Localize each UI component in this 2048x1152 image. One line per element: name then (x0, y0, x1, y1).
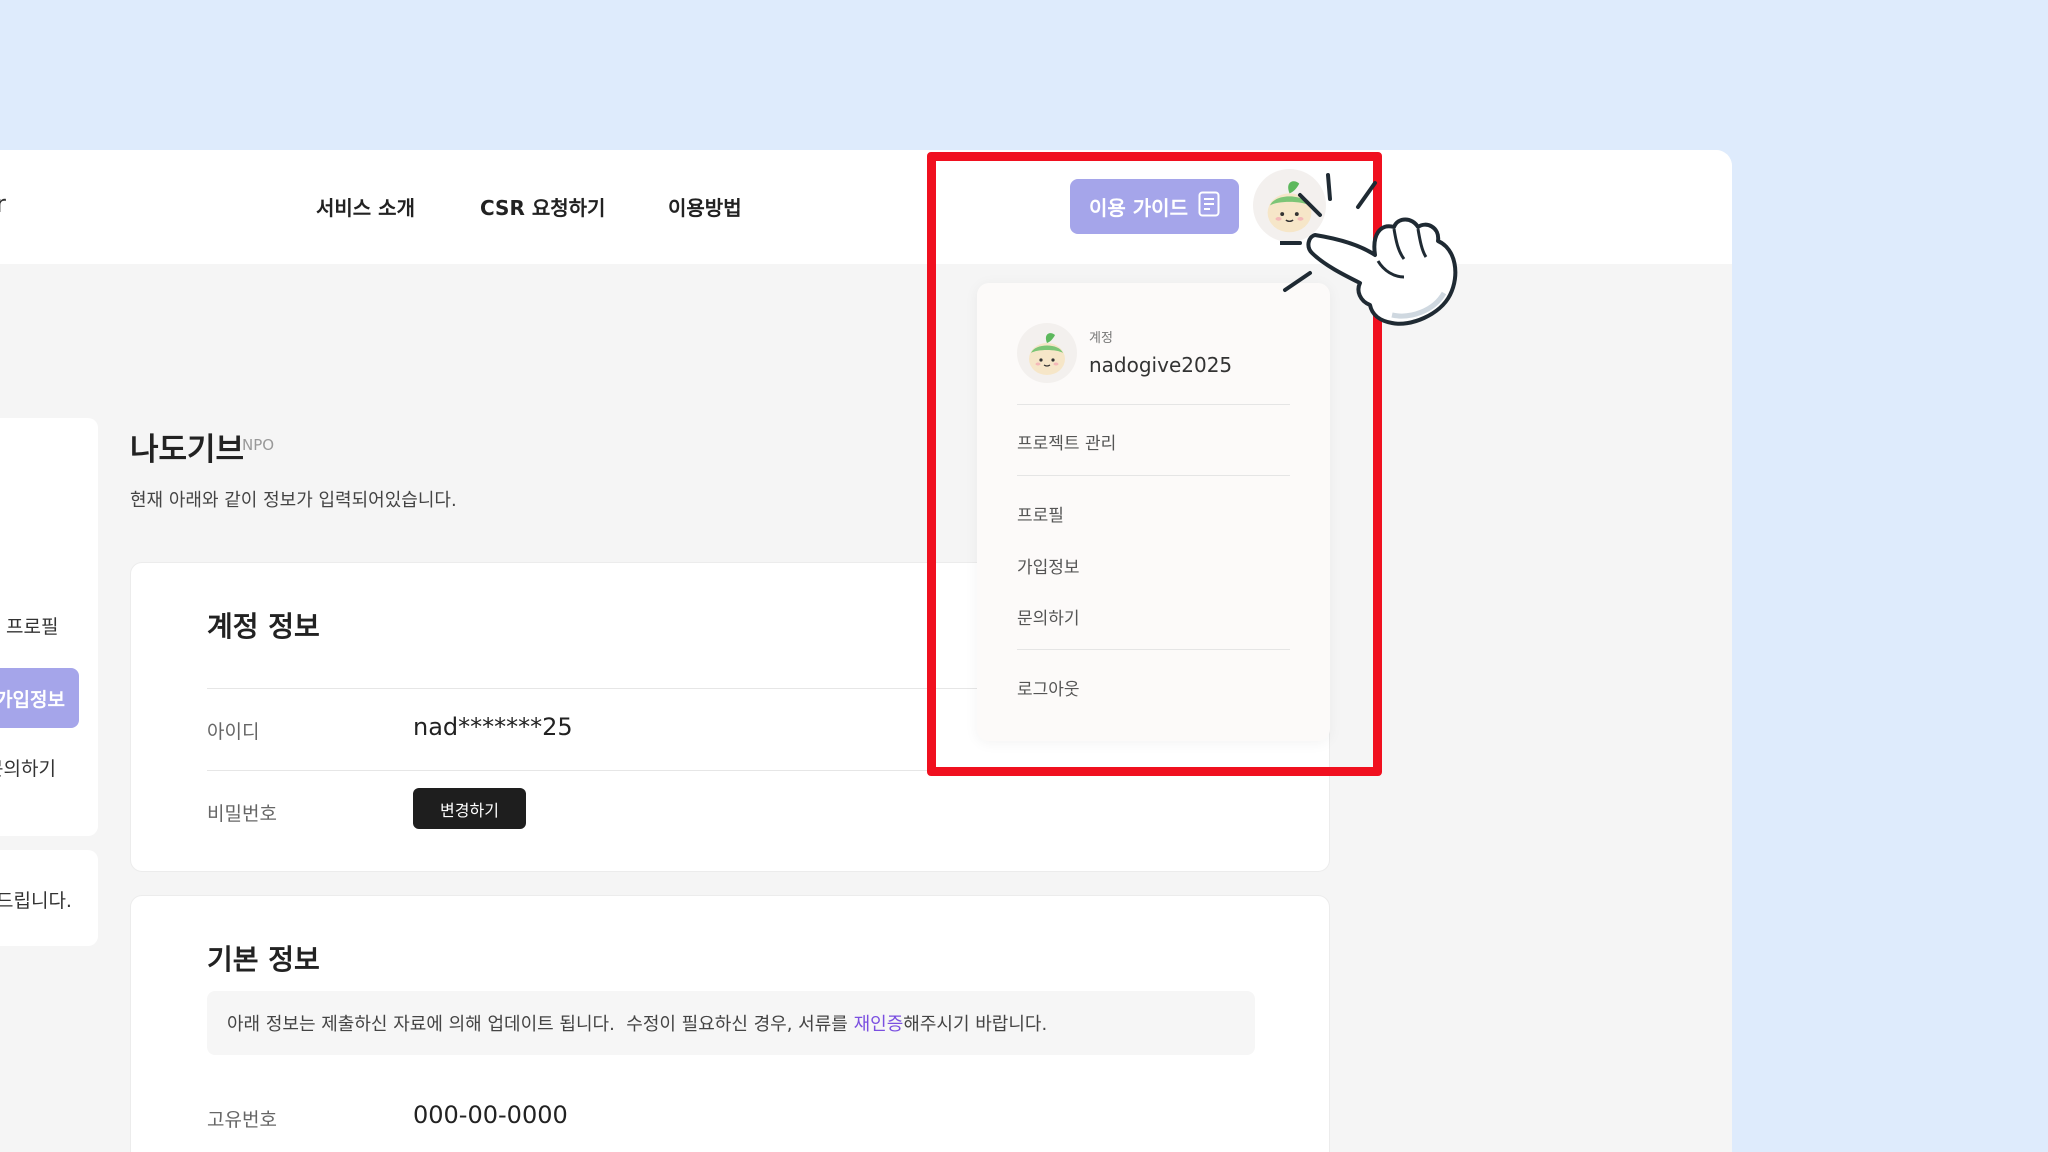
reverify-notice: 아래 정보는 제출하신 자료에 의해 업데이트 됩니다. 수정이 필요하신 경우… (207, 991, 1255, 1055)
sidebar-item-inquiry[interactable]: 문의하기 (0, 754, 56, 781)
menu-item-project-manage[interactable]: 프로젝트 관리 (1017, 429, 1116, 454)
nav-service-intro[interactable]: 서비스 소개 (316, 192, 415, 221)
dropdown-avatar (1017, 323, 1077, 383)
change-password-button[interactable]: 변경하기 (413, 788, 526, 829)
account-username: nadogive2025 (1089, 353, 1233, 377)
nav-how-to-use[interactable]: 이용방법 (668, 192, 742, 221)
mascot-avatar-icon (1029, 333, 1065, 375)
org-type-tag: NPO (242, 436, 275, 454)
sidebar-notice-text: 드립니다. (0, 890, 72, 912)
registration-number-label: 고유번호 (207, 1109, 277, 1131)
menu-item-signup-info[interactable]: 가입정보 (1017, 553, 1080, 578)
menu-item-logout[interactable]: 로그아웃 (1017, 675, 1080, 700)
menu-item-profile[interactable]: 프로필 (1017, 501, 1064, 526)
divider (207, 770, 1253, 771)
account-info-title: 계정 정보 (207, 610, 320, 643)
registration-number-value: 000-00-0000 (413, 1101, 568, 1129)
password-label: 비밀번호 (207, 803, 277, 825)
nav-csr-request[interactable]: CSR 요청하기 (480, 192, 605, 221)
pointing-hand-icon (1280, 173, 1458, 326)
sidebar-item-signup-info[interactable]: 가입정보 (0, 668, 79, 728)
page-subtitle: 현재 아래와 같이 정보가 입력되어있습니다. (130, 490, 457, 511)
sidebar-item-label: 가입정보 (0, 688, 65, 711)
account-label: 계정 (1089, 331, 1113, 346)
divider (1017, 404, 1290, 405)
notice-text: 아래 정보는 제출하신 자료에 의해 업데이트 됩니다. 수정이 필요하신 경우… (227, 1014, 854, 1035)
sidebar-item-profile[interactable]: 프로필 (6, 612, 58, 639)
menu-item-inquiry[interactable]: 문의하기 (1017, 604, 1080, 629)
reverify-link[interactable]: 재인증 (854, 1010, 904, 1036)
basic-info-card: 기본 정보 아래 정보는 제출하신 자료에 의해 업데이트 됩니다. 수정이 필… (130, 895, 1330, 1152)
id-value: nad*******25 (413, 713, 573, 741)
basic-info-title: 기본 정보 (207, 943, 320, 976)
usage-guide-label: 이용 가이드 (1089, 196, 1188, 220)
usage-guide-button[interactable]: 이용 가이드 (1070, 179, 1239, 234)
id-label: 아이디 (207, 721, 260, 743)
divider (1017, 475, 1290, 476)
profile-dropdown-menu: 계정 nadogive2025 프로젝트 관리 프로필 가입정보 문의하기 로그… (977, 283, 1330, 741)
document-icon (1198, 191, 1220, 222)
org-name: 나도기브 (130, 432, 245, 468)
logo-fragment[interactable]: r (0, 190, 6, 218)
notice-text-end: 해주시기 바랍니다. (903, 1014, 1048, 1035)
divider (1017, 649, 1290, 650)
